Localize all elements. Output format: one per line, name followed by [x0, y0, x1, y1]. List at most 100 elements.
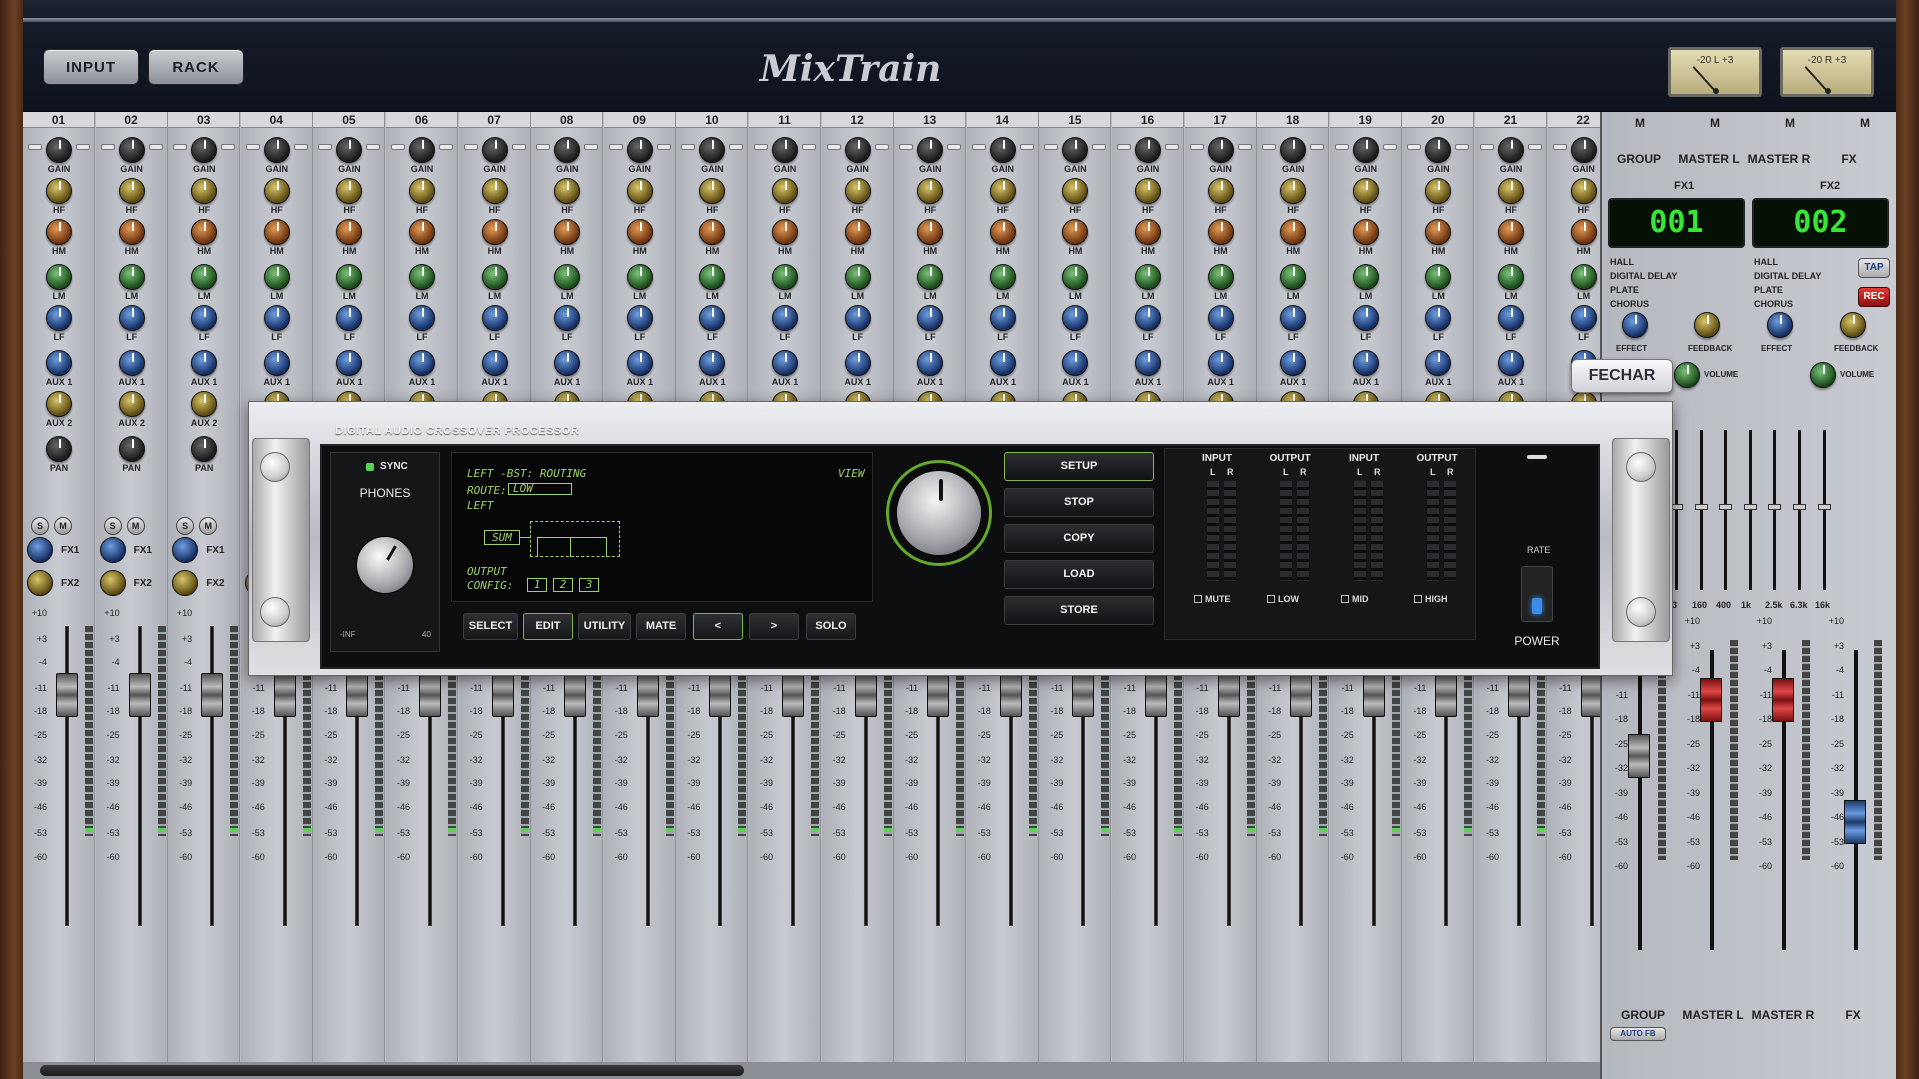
- fx-preset-item[interactable]: CHORUS: [1610, 297, 1677, 311]
- fx-fader-handle[interactable]: [1844, 800, 1866, 844]
- fader-handle[interactable]: [854, 673, 877, 717]
- aux1-knob[interactable]: [1135, 350, 1161, 376]
- hm-knob[interactable]: [1352, 219, 1379, 245]
- lf-knob[interactable]: [1425, 305, 1452, 331]
- aux1-knob[interactable]: [1425, 350, 1452, 376]
- aux1-knob[interactable]: [554, 350, 581, 376]
- hf-knob[interactable]: [844, 178, 871, 204]
- fader-handle[interactable]: [636, 673, 659, 717]
- gain-knob[interactable]: [336, 137, 363, 163]
- gain-knob[interactable]: [1280, 137, 1307, 163]
- aux2-knob[interactable]: [46, 391, 72, 417]
- fx1-volume-knob[interactable]: [1674, 362, 1700, 388]
- next-button[interactable]: >: [749, 613, 799, 640]
- gain-knob[interactable]: [263, 137, 290, 163]
- lf-knob[interactable]: [699, 305, 726, 331]
- lf-knob[interactable]: [46, 305, 72, 331]
- pad-switch[interactable]: [971, 144, 986, 150]
- hf-knob[interactable]: [1280, 178, 1307, 204]
- fx-preset-item[interactable]: PLATE: [1610, 283, 1677, 297]
- fx-feedback-knob[interactable]: [1694, 312, 1720, 338]
- rack-button[interactable]: RACK: [148, 49, 244, 85]
- fx-effect-knob[interactable]: [1767, 312, 1793, 338]
- hm-knob[interactable]: [46, 219, 72, 245]
- hm-knob[interactable]: [1425, 219, 1452, 245]
- hm-knob[interactable]: [1135, 219, 1161, 245]
- pad-switch[interactable]: [1044, 144, 1059, 150]
- pad-switch[interactable]: [28, 144, 42, 150]
- hm-knob[interactable]: [481, 219, 508, 245]
- hm-knob[interactable]: [1570, 219, 1597, 245]
- aux1-knob[interactable]: [118, 350, 145, 376]
- lf-knob[interactable]: [1062, 305, 1089, 331]
- pad-switch[interactable]: [1528, 144, 1542, 150]
- fader-handle[interactable]: [201, 673, 224, 717]
- pad-switch[interactable]: [511, 144, 526, 150]
- hf-knob[interactable]: [1135, 178, 1161, 204]
- checkbox-box[interactable]: [1267, 595, 1275, 603]
- fx-preset-item[interactable]: HALL: [1610, 255, 1677, 269]
- pad-switch[interactable]: [1382, 144, 1397, 150]
- lf-knob[interactable]: [1135, 305, 1161, 331]
- lf-knob[interactable]: [1570, 305, 1597, 331]
- pad-switch[interactable]: [173, 144, 188, 150]
- aux1-knob[interactable]: [46, 350, 72, 376]
- hf-knob[interactable]: [336, 178, 363, 204]
- pad-switch[interactable]: [536, 144, 551, 150]
- gain-knob[interactable]: [46, 137, 72, 163]
- lm-knob[interactable]: [1352, 264, 1379, 290]
- pad-switch[interactable]: [1189, 144, 1204, 150]
- hf-knob[interactable]: [1425, 178, 1452, 204]
- fader-handle[interactable]: [1508, 673, 1530, 717]
- aux1-knob[interactable]: [1207, 350, 1234, 376]
- hf-knob[interactable]: [989, 178, 1016, 204]
- lf-knob[interactable]: [1498, 305, 1524, 331]
- pad-switch[interactable]: [1407, 144, 1422, 150]
- fader-handle[interactable]: [1362, 673, 1385, 717]
- pad-switch[interactable]: [293, 144, 308, 150]
- prev-button[interactable]: <: [693, 613, 743, 640]
- lf-knob[interactable]: [772, 305, 798, 331]
- mute-button[interactable]: M: [54, 517, 72, 535]
- lm-knob[interactable]: [336, 264, 363, 290]
- select-button[interactable]: SELECT: [463, 613, 518, 640]
- pad-switch[interactable]: [76, 144, 90, 150]
- fader-handle[interactable]: [1217, 673, 1240, 717]
- lf-knob[interactable]: [917, 305, 944, 331]
- meter-checkbox[interactable]: MID: [1341, 594, 1369, 604]
- mute-button[interactable]: M: [199, 517, 218, 535]
- hm-knob[interactable]: [844, 219, 871, 245]
- pad-switch[interactable]: [584, 144, 599, 150]
- lf-knob[interactable]: [1280, 305, 1307, 331]
- lcd-route-value[interactable]: LOW: [508, 483, 572, 495]
- gain-knob[interactable]: [772, 137, 798, 163]
- eq-slider-handle[interactable]: [1719, 504, 1732, 510]
- pad-switch[interactable]: [826, 144, 841, 150]
- tap-button[interactable]: TAP: [1858, 258, 1890, 278]
- aux1-knob[interactable]: [481, 350, 508, 376]
- pad-switch[interactable]: [1262, 144, 1277, 150]
- lf-knob[interactable]: [409, 305, 435, 331]
- horizontal-scroll-thumb[interactable]: [40, 1065, 744, 1076]
- pad-switch[interactable]: [1455, 144, 1470, 150]
- lm-knob[interactable]: [1498, 264, 1524, 290]
- pad-switch[interactable]: [463, 144, 478, 150]
- hm-knob[interactable]: [989, 219, 1016, 245]
- close-button[interactable]: FECHAR: [1571, 359, 1673, 393]
- pad-switch[interactable]: [754, 144, 768, 150]
- gain-knob[interactable]: [699, 137, 726, 163]
- solo-button[interactable]: S: [31, 517, 49, 535]
- gain-knob[interactable]: [1425, 137, 1452, 163]
- lm-knob[interactable]: [1207, 264, 1234, 290]
- lm-knob[interactable]: [699, 264, 726, 290]
- hm-knob[interactable]: [554, 219, 581, 245]
- fader-handle[interactable]: [491, 673, 514, 717]
- fx-preset-item[interactable]: PLATE: [1754, 283, 1821, 297]
- pad-switch[interactable]: [100, 144, 115, 150]
- lf-knob[interactable]: [1352, 305, 1379, 331]
- lm-knob[interactable]: [1570, 264, 1597, 290]
- pad-switch[interactable]: [148, 144, 163, 150]
- lm-knob[interactable]: [1280, 264, 1307, 290]
- gain-knob[interactable]: [989, 137, 1016, 163]
- fader-handle[interactable]: [273, 673, 296, 717]
